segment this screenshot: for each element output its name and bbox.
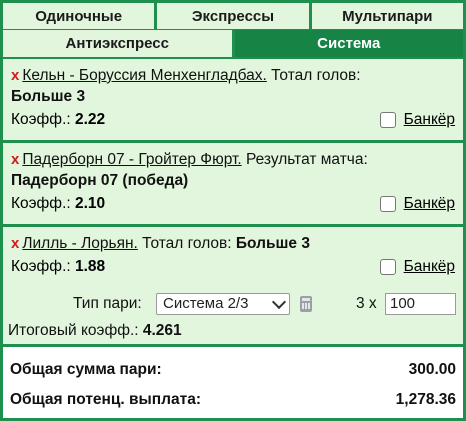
bet-type-row: Тип пари: Система 2/3 3 x 100	[3, 293, 463, 315]
payout-row: Общая потенц. выплата: 1,278.36	[10, 391, 456, 409]
tab-system[interactable]: Система	[234, 30, 463, 57]
tab-antiexpress[interactable]: Антиэкспресс	[3, 30, 235, 57]
banker-toggle[interactable]: Банкёр	[379, 193, 455, 214]
total-stake-label: Общая сумма пари:	[10, 361, 162, 378]
selection-line: Больше 3	[11, 86, 455, 107]
coef: Коэфф.: 2.22	[11, 109, 105, 130]
coef-row: Коэфф.: 2.10 Банкёр	[11, 193, 455, 214]
coef-label: Коэфф.:	[11, 258, 71, 275]
remove-icon[interactable]: x	[11, 151, 19, 168]
multiplier: 3 x	[356, 295, 377, 312]
coef-row: Коэфф.: 1.88 Банкёр	[11, 256, 455, 277]
payout-label: Общая потенц. выплата:	[10, 391, 201, 408]
banker-checkbox[interactable]	[379, 195, 396, 212]
total-coef-value: 4.261	[142, 322, 182, 339]
banker-checkbox[interactable]	[379, 111, 396, 128]
bet-type-label: Тип пари:	[73, 295, 142, 312]
total-stake-value: 300.00	[408, 361, 456, 378]
selection-line: Падерборн 07 (победа)	[11, 170, 455, 191]
remove-icon[interactable]: x	[11, 67, 19, 84]
bet-list: x Кельн - Боруссия Менхенгладбах. Тотал г…	[3, 59, 463, 288]
coef-row: Коэфф.: 2.22 Банкёр	[11, 109, 455, 130]
coef-label: Коэфф.:	[11, 195, 71, 212]
tab-singles[interactable]: Одиночные	[3, 3, 158, 29]
bet-type-select[interactable]: Система 2/3	[156, 293, 290, 315]
bet-title: x Падерборн 07 - Гройтер Фюрт. Результат …	[11, 149, 455, 170]
bet-item: x Лилль - Лорьян. Тотал голов: Больше 3 К…	[3, 227, 463, 285]
coef: Коэфф.: 2.10	[11, 193, 105, 214]
banker-checkbox[interactable]	[379, 258, 396, 275]
betslip: Одиночные Экспрессы Мультипари Антиэкспр…	[0, 0, 466, 421]
bet-type-value: Система 2/3	[163, 295, 249, 312]
tab-express[interactable]: Экспрессы	[157, 3, 312, 29]
selection: Больше 3	[11, 88, 86, 105]
stake-input[interactable]: 100	[385, 293, 456, 315]
summary-panel: Общая сумма пари: 300.00 Общая потенц. в…	[3, 347, 463, 418]
coef-value: 2.22	[75, 111, 106, 128]
calculator-icon[interactable]	[300, 296, 312, 312]
tabs-row-2: Антиэкспресс Система	[3, 30, 463, 57]
market: Тотал голов:	[137, 235, 236, 252]
tabs-row-1: Одиночные Экспрессы Мультипари	[3, 3, 463, 29]
banker-toggle[interactable]: Банкёр	[379, 109, 455, 130]
payout-value: 1,278.36	[395, 391, 456, 408]
event-link[interactable]: Кельн - Боруссия Менхенгладбах.	[22, 67, 267, 84]
total-stake-row: Общая сумма пари: 300.00	[10, 361, 456, 379]
tab-multi[interactable]: Мультипари	[311, 3, 463, 29]
banker-label[interactable]: Банкёр	[404, 256, 455, 277]
bet-title: x Кельн - Боруссия Менхенгладбах. Тотал г…	[11, 65, 455, 86]
banker-label[interactable]: Банкёр	[404, 109, 455, 130]
system-panel: Тип пари: Система 2/3 3 x 100 Итоговый к…	[3, 285, 463, 344]
event-link[interactable]: Падерборн 07 - Гройтер Фюрт.	[22, 151, 241, 168]
selection: Падерборн 07 (победа)	[11, 172, 189, 189]
coef: Коэфф.: 1.88	[11, 256, 105, 277]
banker-toggle[interactable]: Банкёр	[379, 256, 455, 277]
remove-icon[interactable]: x	[11, 235, 19, 252]
selection: Больше 3	[235, 235, 310, 252]
banker-label[interactable]: Банкёр	[404, 193, 455, 214]
coef-value: 2.10	[75, 195, 106, 212]
bet-item: x Падерборн 07 - Гройтер Фюрт. Результат …	[3, 143, 463, 224]
coef-label: Коэфф.:	[11, 111, 71, 128]
event-link[interactable]: Лилль - Лорьян.	[22, 235, 138, 252]
chevron-down-icon	[271, 294, 287, 310]
market: Результат матча:	[241, 151, 368, 168]
market: Тотал голов:	[266, 67, 361, 84]
coef-value: 1.88	[75, 258, 106, 275]
total-coef: Итоговый коэфф.: 4.261	[8, 322, 182, 340]
total-coef-label: Итоговый коэфф.:	[8, 322, 139, 339]
bet-item: x Кельн - Боруссия Менхенгладбах. Тотал г…	[3, 59, 463, 140]
bet-title: x Лилль - Лорьян. Тотал голов: Больше 3	[11, 233, 455, 254]
